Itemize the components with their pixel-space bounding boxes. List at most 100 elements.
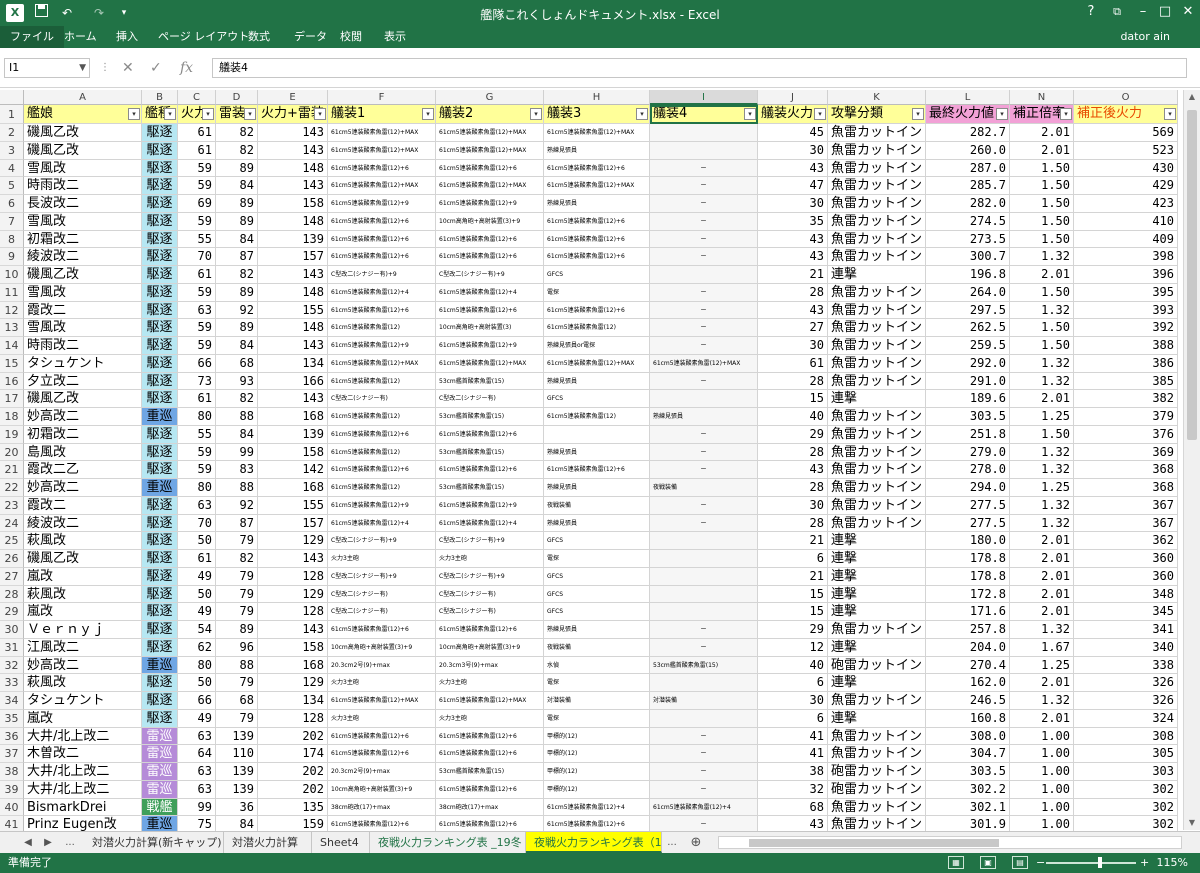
table-cell[interactable]: 連撃: [828, 266, 926, 284]
table-cell[interactable]: 61cm5連装酸素魚雷(12)+6: [436, 621, 544, 639]
table-cell[interactable]: 158: [258, 443, 328, 462]
table-cell[interactable]: 1.32: [1010, 443, 1074, 462]
table-cell[interactable]: 157: [258, 514, 328, 533]
row-header[interactable]: 5: [0, 177, 24, 195]
table-cell[interactable]: 409: [1074, 230, 1178, 249]
table-cell[interactable]: 28: [758, 283, 828, 302]
table-cell[interactable]: 電探: [544, 674, 650, 692]
table-cell[interactable]: 50: [178, 674, 216, 692]
table-cell[interactable]: 2.01: [1010, 585, 1074, 604]
column-header[interactable]: G: [436, 90, 544, 105]
table-cell[interactable]: ー: [650, 514, 758, 533]
table-cell[interactable]: 369: [1074, 443, 1178, 462]
table-cell[interactable]: 61cm5連装酸素魚雷(12)+MAX: [328, 141, 436, 160]
table-cell[interactable]: 382: [1074, 390, 1178, 408]
table-cell[interactable]: 駆逐: [142, 425, 178, 444]
table-cell[interactable]: ー: [650, 763, 758, 781]
table-cell[interactable]: 妙高改二: [24, 408, 142, 426]
table-cell[interactable]: タシュケント: [24, 692, 142, 710]
table-cell[interactable]: 駆逐: [142, 212, 178, 231]
table-cell[interactable]: 49: [178, 603, 216, 621]
table-cell[interactable]: 189.6: [926, 390, 1010, 408]
table-cell[interactable]: 61cm5連装酸素魚雷(12)+MAX: [328, 354, 436, 373]
table-cell[interactable]: 2.01: [1010, 532, 1074, 550]
add-sheet-icon[interactable]: ⊕: [688, 832, 704, 853]
row-header[interactable]: 17: [0, 390, 24, 408]
row-header[interactable]: 34: [0, 692, 24, 710]
table-cell[interactable]: 99: [178, 798, 216, 817]
table-cell[interactable]: 35: [758, 212, 828, 231]
name-box[interactable]: I1 ▼: [4, 58, 90, 78]
table-cell[interactable]: 魚雷カットイン: [828, 727, 926, 746]
table-cell[interactable]: 158: [258, 195, 328, 213]
table-cell[interactable]: GFCS: [544, 567, 650, 586]
table-cell[interactable]: 379: [1074, 408, 1178, 426]
row-header[interactable]: 23: [0, 496, 24, 515]
table-cell[interactable]: 302.1: [926, 798, 1010, 817]
filter-dropdown-icon[interactable]: ▾: [744, 108, 756, 120]
table-cell[interactable]: 2.01: [1010, 266, 1074, 284]
table-cell[interactable]: 熟練見張員: [544, 479, 650, 497]
row-header[interactable]: 2: [0, 124, 24, 142]
ribbon-display-options-icon[interactable]: ⧉: [1104, 2, 1130, 22]
table-cell[interactable]: 61cm5連装酸素魚雷(12): [328, 479, 436, 497]
table-cell[interactable]: 55: [178, 425, 216, 444]
tab-formulas[interactable]: 数式: [238, 26, 280, 48]
column-header[interactable]: E: [258, 90, 328, 105]
table-cell[interactable]: 61cm5連装酸素魚雷(12)+4: [436, 514, 544, 533]
table-cell[interactable]: 雪風改: [24, 212, 142, 231]
table-cell[interactable]: 30: [758, 141, 828, 160]
table-cell[interactable]: 連撃: [828, 567, 926, 586]
table-cell[interactable]: 磯風乙改: [24, 266, 142, 284]
table-cell[interactable]: 魚雷カットイン: [828, 479, 926, 497]
table-cell[interactable]: 395: [1074, 283, 1178, 302]
row-header[interactable]: 11: [0, 283, 24, 302]
table-cell[interactable]: 萩風改: [24, 585, 142, 604]
table-cell[interactable]: 43: [758, 159, 828, 178]
table-cell[interactable]: 魚雷カットイン: [828, 692, 926, 710]
table-cell[interactable]: 148: [258, 319, 328, 337]
table-cell[interactable]: 61: [178, 550, 216, 568]
table-cell[interactable]: 初霜改二: [24, 230, 142, 249]
table-header-cell[interactable]: 火力+雷装 ▾: [258, 105, 328, 124]
table-cell[interactable]: GFCS: [544, 390, 650, 408]
table-cell[interactable]: ー: [650, 159, 758, 178]
row-header[interactable]: 25: [0, 532, 24, 550]
table-cell[interactable]: 駆逐: [142, 319, 178, 337]
row-header[interactable]: 15: [0, 354, 24, 373]
table-cell[interactable]: 魚雷カットイン: [828, 248, 926, 266]
table-cell[interactable]: 20.3cm2号(9)+max: [328, 763, 436, 781]
table-cell[interactable]: GFCS: [544, 266, 650, 284]
table-cell[interactable]: 300.7: [926, 248, 1010, 266]
table-header-cell[interactable]: 艤装1 ▾: [328, 105, 436, 124]
table-cell[interactable]: 89: [216, 195, 258, 213]
column-header[interactable]: A: [24, 90, 142, 105]
table-cell[interactable]: 277.5: [926, 496, 1010, 515]
table-cell[interactable]: 135: [258, 798, 328, 817]
table-cell[interactable]: 1.50: [1010, 319, 1074, 337]
table-cell[interactable]: 魚雷カットイン: [828, 354, 926, 373]
table-cell[interactable]: 63: [178, 496, 216, 515]
table-cell[interactable]: 魚雷カットイン: [828, 745, 926, 763]
row-header[interactable]: 7: [0, 212, 24, 231]
table-cell[interactable]: 423: [1074, 195, 1178, 213]
table-cell[interactable]: 2.01: [1010, 141, 1074, 160]
row-header[interactable]: 12: [0, 301, 24, 320]
table-cell[interactable]: 嵐改: [24, 709, 142, 728]
table-cell[interactable]: 386: [1074, 354, 1178, 373]
table-cell[interactable]: 駆逐: [142, 390, 178, 408]
table-cell[interactable]: 178.8: [926, 567, 1010, 586]
table-cell[interactable]: 15: [758, 585, 828, 604]
table-cell[interactable]: 駆逐: [142, 674, 178, 692]
table-cell[interactable]: 172.8: [926, 585, 1010, 604]
table-cell[interactable]: 61cm5連装酸素魚雷(12)+6: [328, 212, 436, 231]
normal-view-icon[interactable]: ▦: [948, 856, 964, 869]
table-cell[interactable]: 204.0: [926, 638, 1010, 657]
table-cell[interactable]: 82: [216, 550, 258, 568]
table-cell[interactable]: 282.0: [926, 195, 1010, 213]
table-cell[interactable]: 61cm5連装酸素魚雷(12)+6: [328, 425, 436, 444]
table-cell[interactable]: 63: [178, 780, 216, 799]
table-cell[interactable]: 326: [1074, 692, 1178, 710]
table-cell[interactable]: [650, 141, 758, 160]
table-cell[interactable]: 282.7: [926, 124, 1010, 142]
